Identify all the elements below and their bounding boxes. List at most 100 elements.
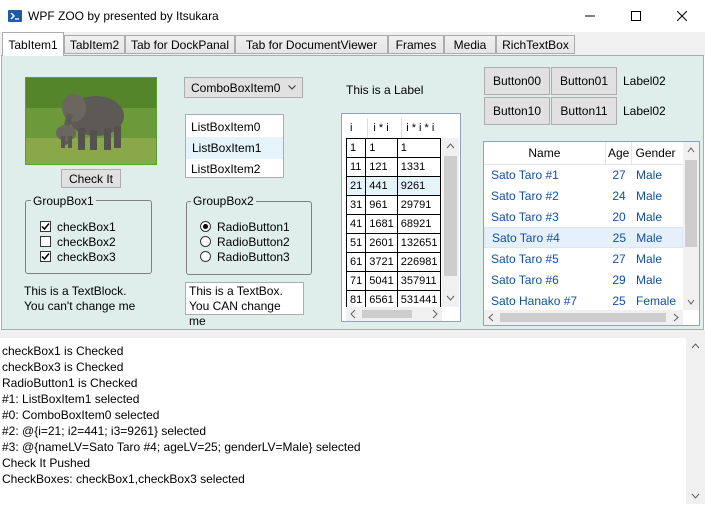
listbox[interactable]: ListBoxItem0 ListBoxItem1 ListBoxItem2	[185, 114, 284, 178]
datagrid-cell[interactable]: 29791	[396, 195, 441, 215]
datagrid-cell[interactable]: 9261	[396, 176, 441, 196]
tab-richtextbox[interactable]: RichTextBox	[496, 35, 575, 54]
close-icon	[677, 10, 687, 21]
datagrid-row[interactable]: 81 6561 531441	[346, 290, 441, 307]
datagrid-cell[interactable]: 11	[346, 157, 367, 177]
datagrid-cell[interactable]: 6561	[365, 290, 398, 307]
radiobutton1[interactable]: RadioButton1	[200, 219, 290, 234]
title-bar[interactable]: WPF ZOO by presented by Itsukara	[0, 0, 705, 33]
listview-row[interactable]: Sato Taro #6 29 Male	[484, 269, 683, 290]
datagrid-vscrollbar[interactable]	[442, 138, 459, 307]
tab-tabitem2[interactable]: TabItem2	[64, 35, 125, 54]
textbox[interactable]: This is a TextBox. You CAN change me	[185, 282, 304, 328]
datagrid-row[interactable]: 61 3721 226981	[346, 252, 441, 272]
listview-hscrollbar[interactable]	[484, 310, 683, 325]
datagrid-hscrollbar[interactable]	[346, 307, 442, 321]
listview-row[interactable]: Sato Taro #5 27 Male	[484, 248, 683, 269]
tab-documentviewer[interactable]: Tab for DocumentViewer	[235, 35, 388, 54]
datagrid-cell[interactable]: 1	[365, 138, 398, 158]
datagrid-row[interactable]: 41 1681 68921	[346, 214, 441, 234]
listview-row[interactable]: Sato Hanako #7 25 Female	[484, 290, 683, 310]
combobox[interactable]: ComboBoxItem0	[184, 77, 303, 98]
datagrid-cell[interactable]: 1331	[396, 157, 441, 177]
datagrid-cell[interactable]: 61	[346, 252, 367, 272]
checkbox1[interactable]: checkBox1	[40, 219, 116, 234]
checkbox2-label: checkBox2	[57, 234, 116, 249]
datagrid-cell[interactable]: 5041	[365, 271, 398, 291]
log-vscrollbar[interactable]	[686, 338, 705, 504]
datagrid-cell[interactable]: 31	[346, 195, 367, 215]
datagrid-row[interactable]: 31 961 29791	[346, 195, 441, 215]
datagrid-cell[interactable]: 51	[346, 233, 367, 253]
radiobutton3[interactable]: RadioButton3	[200, 249, 290, 264]
datagrid-cell[interactable]: 226981	[396, 252, 441, 272]
listview-row-selected[interactable]: Sato Taro #4 25 Male	[484, 227, 683, 248]
datagrid-cell[interactable]: 1	[396, 138, 441, 158]
maximize-button[interactable]	[613, 0, 659, 31]
radiobutton2-circle[interactable]	[200, 236, 211, 247]
tab-frames[interactable]: Frames	[388, 35, 444, 54]
datagrid-cell[interactable]: 21	[346, 176, 367, 196]
datagrid-cell[interactable]: 3721	[365, 252, 398, 272]
close-button[interactable]	[659, 0, 705, 31]
button00[interactable]: Button00	[484, 67, 550, 95]
button11[interactable]: Button11	[551, 97, 617, 125]
listview-header-name[interactable]: Name	[484, 142, 606, 164]
checkbox3[interactable]: checkBox3	[40, 249, 116, 264]
radiobutton1-circle[interactable]	[200, 221, 211, 232]
datagrid-header-i[interactable]: i	[346, 118, 369, 138]
listview-header-gender[interactable]: Gender	[632, 142, 683, 164]
datagrid-row[interactable]: 71 5041 357911	[346, 271, 441, 291]
listview-row[interactable]: Sato Taro #1 27 Male	[484, 164, 683, 185]
datagrid-row[interactable]: 111	[346, 138, 441, 158]
datagrid-cell[interactable]: 961	[365, 195, 398, 215]
listview-cell-name: Sato Taro #1	[491, 167, 559, 182]
datagrid-cell[interactable]: 1681	[365, 214, 398, 234]
listview-cell-name: Sato Taro #6	[491, 272, 559, 287]
datagrid-cell[interactable]: 2601	[365, 233, 398, 253]
listbox-item[interactable]: ListBoxItem0	[186, 117, 283, 137]
datagrid-cell[interactable]: 132651	[396, 233, 441, 253]
listview-row[interactable]: Sato Taro #2 24 Male	[484, 185, 683, 206]
datagrid-header-i2[interactable]: i * i	[368, 118, 403, 138]
radiobutton3-circle[interactable]	[200, 251, 211, 262]
listview-cell-name: Sato Taro #3	[491, 209, 559, 224]
listview-row[interactable]: Sato Taro #3 20 Male	[484, 206, 683, 227]
tab-tabitem1[interactable]: TabItem1	[2, 32, 64, 56]
datagrid-cell[interactable]: 121	[365, 157, 398, 177]
check-it-button[interactable]: Check It	[61, 169, 121, 188]
listview-vscrollbar[interactable]	[683, 142, 699, 310]
datagrid-row-selected[interactable]: 21 441 9261	[346, 176, 441, 196]
minimize-button[interactable]	[567, 0, 613, 31]
button10[interactable]: Button10	[484, 97, 550, 125]
splitter[interactable]	[0, 330, 705, 338]
listview-header-age[interactable]: Age	[606, 142, 633, 164]
listview[interactable]: Name Age Gender Sato Taro #1 27 Male Sato T…	[483, 141, 700, 326]
datagrid[interactable]: i i * i i * i * i 1 1 1 11 121 1331 21 441 9261 3…	[341, 113, 461, 322]
checkbox2[interactable]: checkBox2	[40, 234, 116, 249]
datagrid-cell[interactable]: 81	[346, 290, 367, 307]
checkbox2-box[interactable]	[40, 236, 51, 247]
tab-media[interactable]: Media	[444, 35, 496, 54]
checkbox3-box[interactable]	[40, 251, 51, 262]
datagrid-cell[interactable]: 71	[346, 271, 367, 291]
tab-dockpanal[interactable]: Tab for DockPanal	[125, 35, 235, 54]
datagrid-cell[interactable]: 357911	[396, 271, 441, 291]
checkbox1-box[interactable]	[40, 221, 51, 232]
datagrid-row[interactable]: 11 121 1331	[346, 157, 441, 177]
datagrid-row[interactable]: 51 2601 132651	[346, 233, 441, 253]
datagrid-cell[interactable]: 441	[365, 176, 398, 196]
listbox-item[interactable]: ListBoxItem2	[186, 159, 283, 179]
log-output[interactable]: checkBox1 is Checked checkBox3 is Checked…	[0, 338, 686, 504]
datagrid-cell[interactable]: 531441	[396, 290, 441, 307]
datagrid-cell[interactable]: 68921	[396, 214, 441, 234]
radiobutton2[interactable]: RadioButton2	[200, 234, 290, 249]
datagrid-cell[interactable]: 41	[346, 214, 367, 234]
listbox-item-selected[interactable]: ListBoxItem1	[186, 137, 283, 159]
combobox-selected: ComboBoxItem0	[191, 80, 281, 95]
button01[interactable]: Button01	[551, 67, 617, 95]
log-line: checkBox3 is Checked	[2, 360, 124, 374]
datagrid-header-i3[interactable]: i * i * i	[402, 118, 441, 138]
log-line: #0: ComboBoxItem0 selected	[2, 408, 160, 422]
datagrid-cell[interactable]: 1	[346, 138, 367, 158]
